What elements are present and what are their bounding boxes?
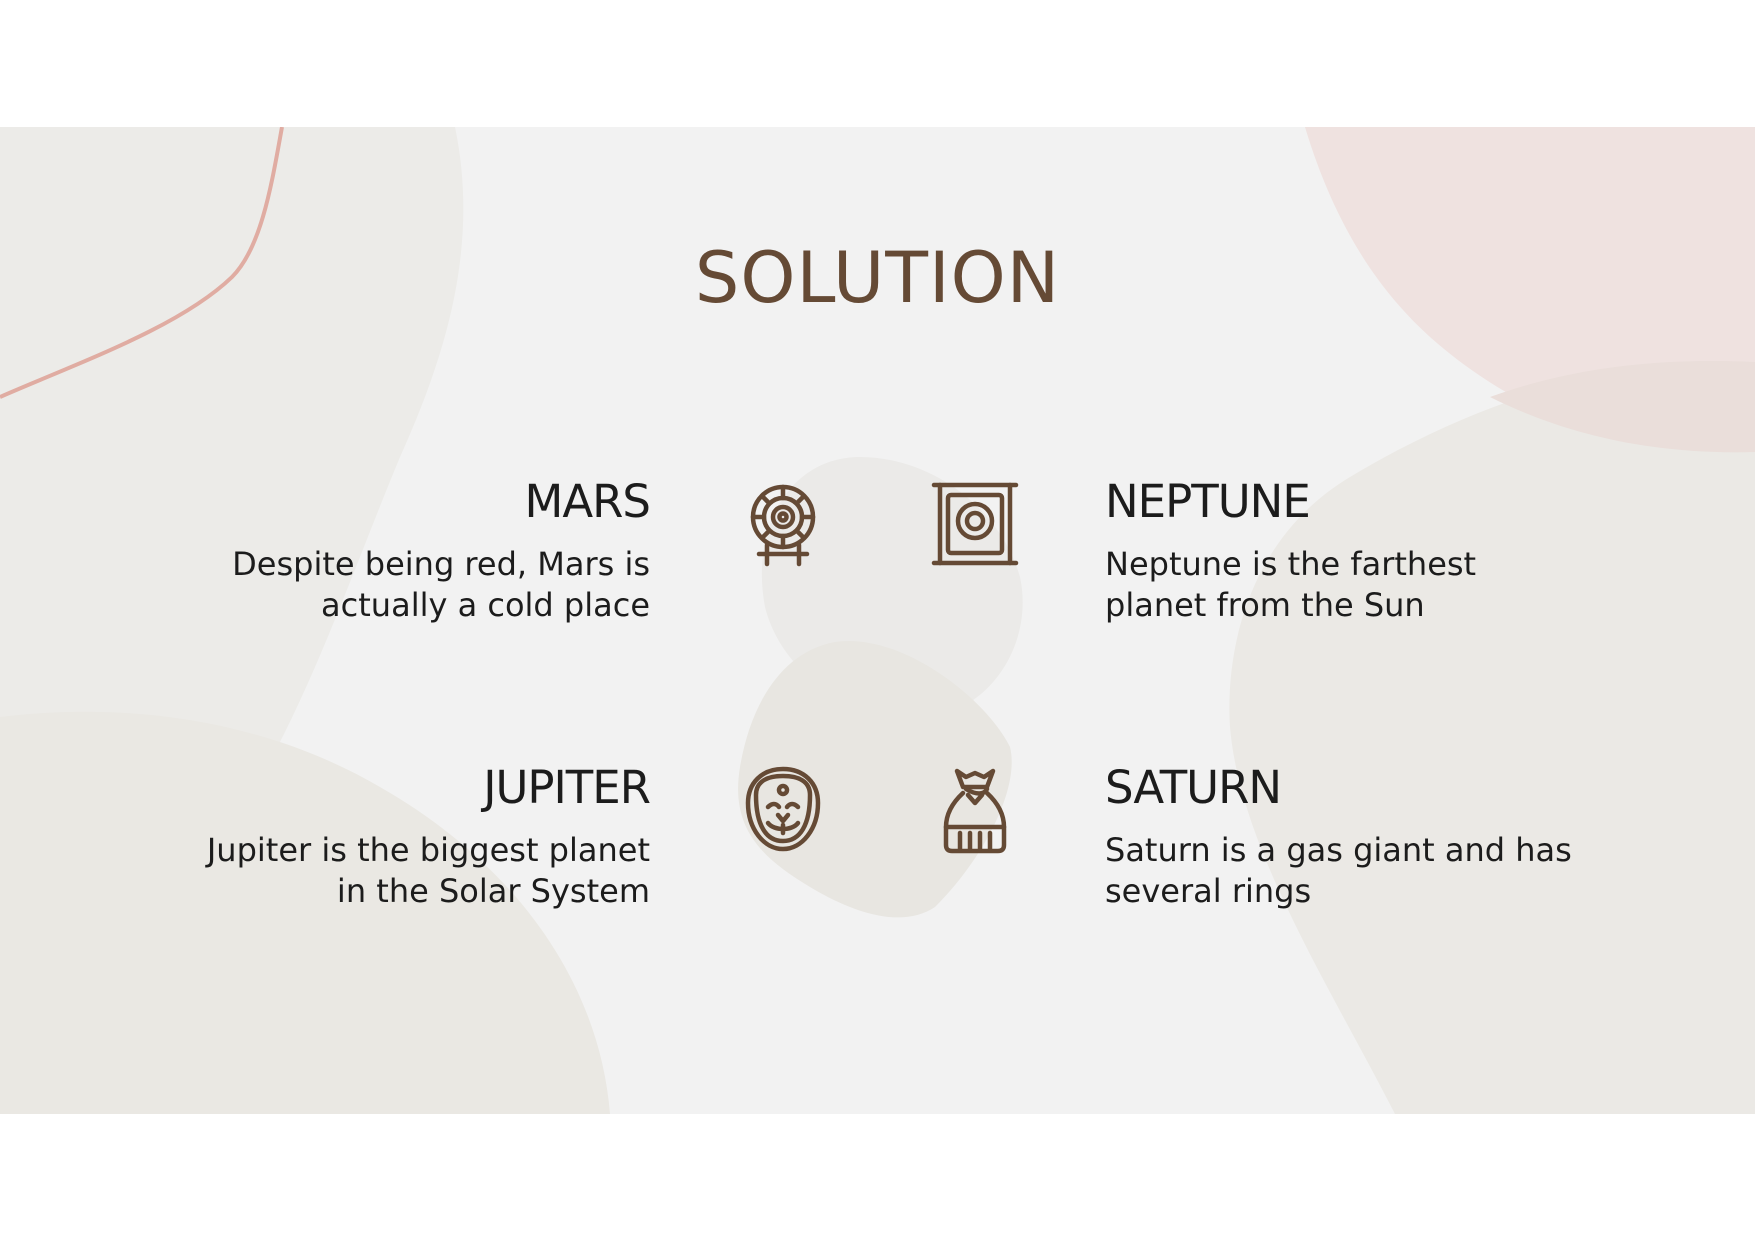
- jupiter-description: Jupiter is the biggest planet in the Sola…: [150, 830, 650, 912]
- framed-gong-icon: [930, 479, 1020, 569]
- mars-description: Despite being red, Mars is actually a col…: [150, 544, 650, 626]
- saturn-heading: SATURN: [1105, 761, 1282, 814]
- mars-description-line2: actually a cold place: [321, 586, 650, 624]
- mars-description-line1: Despite being red, Mars is: [232, 545, 650, 583]
- page: SOLUTION MARS Despite being red, Mars is…: [0, 0, 1755, 1241]
- neptune-description: Neptune is the farthest planet from the S…: [1105, 544, 1625, 626]
- slide: SOLUTION MARS Despite being red, Mars is…: [0, 127, 1755, 1114]
- money-bag-icon: [930, 765, 1020, 855]
- neptune-description-line1: Neptune is the farthest: [1105, 545, 1477, 583]
- item-mars: MARS Despite being red, Mars is actually …: [150, 474, 651, 626]
- neptune-description-line2: planet from the Sun: [1105, 586, 1425, 624]
- jupiter-description-line2: in the Solar System: [336, 872, 650, 910]
- item-jupiter: JUPITER Jupiter is the biggest planet in …: [150, 760, 651, 912]
- item-saturn: SATURN Saturn is a gas giant and has seve…: [1105, 760, 1625, 912]
- neptune-heading: NEPTUNE: [1105, 475, 1311, 528]
- saturn-description: Saturn is a gas giant and has several rin…: [1105, 830, 1625, 912]
- item-neptune: NEPTUNE Neptune is the farthest planet fr…: [1105, 474, 1625, 626]
- saturn-description-line1: Saturn is a gas giant and has: [1105, 831, 1572, 869]
- slide-title: SOLUTION: [694, 237, 1061, 319]
- jupiter-description-line1: Jupiter is the biggest planet: [206, 831, 650, 869]
- mask-face-icon: [738, 765, 828, 855]
- mars-heading: MARS: [524, 475, 651, 528]
- saturn-description-line2: several rings: [1105, 872, 1312, 910]
- jupiter-heading: JUPITER: [483, 761, 651, 814]
- gong-target-icon: [738, 479, 828, 569]
